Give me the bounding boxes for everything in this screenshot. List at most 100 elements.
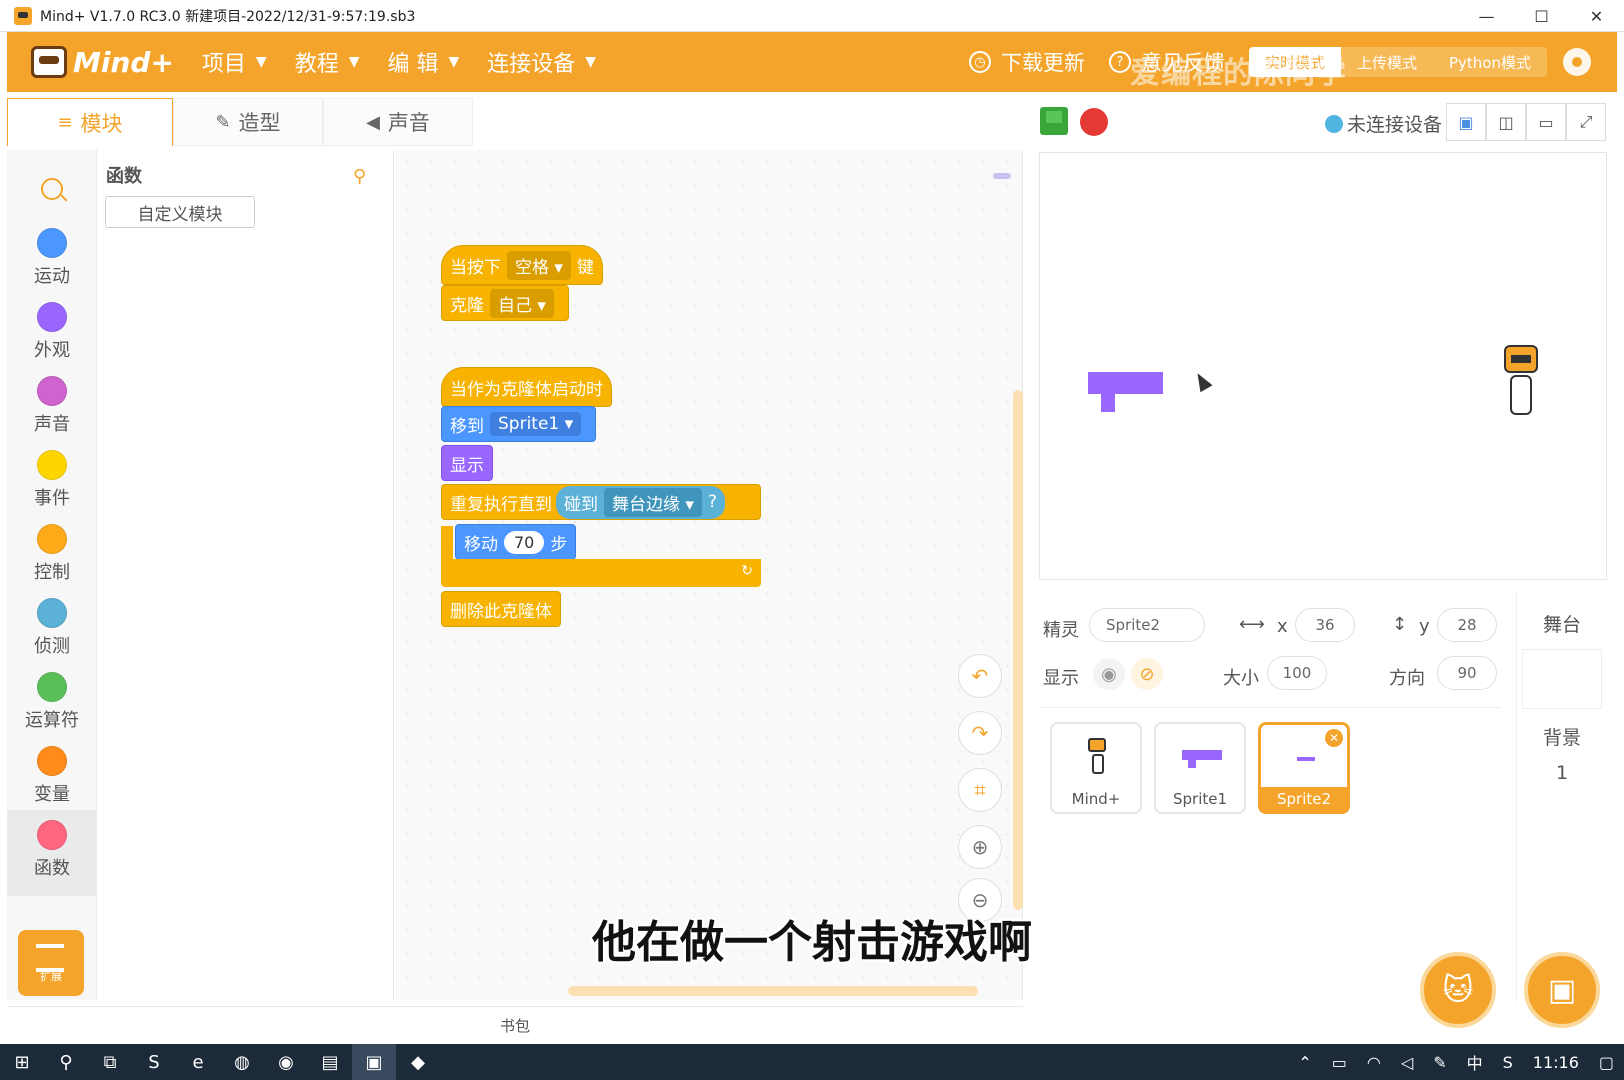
battery-icon[interactable]: ▭ — [1332, 1053, 1347, 1072]
direction-input[interactable]: 90 — [1437, 656, 1497, 690]
chrome-icon[interactable]: ◉ — [264, 1044, 308, 1080]
category-events[interactable]: 事件 — [7, 450, 97, 524]
close-button[interactable]: ✕ — [1569, 0, 1624, 32]
sprite1-thumbnail — [1156, 724, 1244, 782]
key-value: 空格 — [515, 257, 549, 278]
show-block[interactable]: 显示 — [441, 445, 493, 481]
sprite1-shape[interactable] — [1088, 372, 1163, 394]
file-explorer-icon[interactable]: ▤ — [308, 1044, 352, 1080]
tab-blocks[interactable]: ≡ 模块 — [7, 98, 173, 146]
app-drop-icon[interactable]: ◆ — [396, 1044, 440, 1080]
backpack-bar[interactable]: 书包 — [7, 1006, 1023, 1044]
clone-target-dropdown[interactable]: 自己 ▾ — [490, 288, 554, 318]
sprite-name-input[interactable]: Sprite2 — [1089, 608, 1205, 642]
clock[interactable]: 11:16 — [1533, 1053, 1579, 1072]
category-functions[interactable]: 函数 — [7, 810, 97, 896]
redo-icon[interactable]: ↷ — [958, 711, 1002, 755]
workspace-horizontal-scrollbar[interactable] — [568, 986, 978, 996]
when-start-as-clone-block[interactable]: 当作为克隆体启动时 — [441, 367, 612, 407]
stage-title: 舞台 — [1542, 614, 1581, 636]
pin-icon[interactable]: ⚲ — [353, 166, 366, 187]
chevron-down-icon: ▼ — [348, 54, 360, 70]
clone-block[interactable]: 克隆 自己 ▾ — [441, 285, 569, 321]
category-control[interactable]: 控制 — [7, 524, 97, 598]
fullscreen-icon[interactable]: ⤢ — [1566, 103, 1606, 141]
tab-costumes[interactable]: ✎ 造型 — [173, 98, 323, 146]
pen-icon[interactable]: ✎ — [1433, 1053, 1446, 1072]
direction-label: 方向 — [1389, 668, 1425, 689]
touching-condition-block[interactable]: 碰到 舞台边缘 ▾ ? — [556, 485, 725, 519]
layout-normal-stage-icon[interactable]: ◫ — [1486, 103, 1526, 141]
sprite-label: 精灵 — [1043, 620, 1079, 641]
eye-icon[interactable]: ◉ — [1093, 658, 1125, 690]
delete-clone-block[interactable]: 删除此克隆体 — [441, 591, 561, 627]
category-operators[interactable]: 运算符 — [7, 672, 97, 746]
zoom-in-icon[interactable]: ⊕ — [958, 825, 1002, 869]
extension-label: 扩展 — [40, 970, 62, 983]
category-sound[interactable]: 声音 — [7, 376, 97, 450]
stop-icon[interactable] — [1080, 108, 1108, 136]
cleanup-icon[interactable]: ⌗ — [958, 768, 1002, 812]
wechat-icon[interactable]: ◍ — [220, 1044, 264, 1080]
move-steps-block[interactable]: 移动 70 步 — [455, 524, 577, 560]
search-icon[interactable]: ⚲ — [44, 1044, 88, 1080]
custom-block-button[interactable]: 自定义模块 — [105, 196, 255, 228]
eye-hidden-icon[interactable]: ⊘ — [1131, 658, 1163, 690]
category-sensing[interactable]: 侦测 — [7, 598, 97, 672]
menu-project[interactable]: 项目 ▼ — [202, 46, 267, 78]
goto-target-dropdown[interactable]: Sprite1 ▾ — [490, 412, 582, 436]
size-input[interactable]: 100 — [1267, 656, 1327, 690]
maximize-button[interactable]: ☐ — [1514, 0, 1569, 32]
y-input[interactable]: 28 — [1437, 608, 1497, 642]
workspace-minimize-icon[interactable] — [993, 173, 1011, 179]
sprite-card-sprite1[interactable]: Sprite1 — [1154, 722, 1246, 814]
volume-icon[interactable]: ◁ — [1401, 1053, 1413, 1072]
mode-python[interactable]: Python模式 — [1433, 47, 1547, 77]
edge-icon[interactable]: e — [176, 1044, 220, 1080]
green-flag-icon[interactable] — [1040, 107, 1068, 135]
backdrop-label: 背景 — [1542, 727, 1581, 749]
category-looks[interactable]: 外观 — [7, 302, 97, 376]
control-dot-icon — [37, 524, 67, 554]
download-update-button[interactable]: ◷ 下载更新 — [968, 47, 1085, 77]
sprite-card-sprite2[interactable]: ✕ Sprite2 — [1258, 722, 1350, 814]
layout-small-stage-icon[interactable]: ▣ — [1446, 103, 1486, 141]
category-motion[interactable]: 运动 — [7, 228, 97, 302]
search-icon[interactable] — [41, 178, 63, 200]
key-dropdown[interactable]: 空格 ▾ — [507, 250, 571, 280]
workspace-vertical-scrollbar[interactable] — [1013, 390, 1023, 910]
undo-icon[interactable]: ↶ — [958, 654, 1002, 698]
minimize-button[interactable]: — — [1459, 0, 1514, 32]
windows-start-icon[interactable]: ⊞ — [0, 1044, 44, 1080]
sogou-icon[interactable]: S — [132, 1044, 176, 1080]
repeat-until-block[interactable]: 重复执行直到 碰到 舞台边缘 ▾ ? — [441, 484, 761, 520]
mindplus-taskbar-icon[interactable]: ▣ — [352, 1044, 396, 1080]
mindplus-robot-sprite[interactable] — [1500, 345, 1542, 423]
delete-sprite-icon[interactable]: ✕ — [1325, 729, 1343, 747]
settings-gear-icon[interactable] — [1563, 48, 1591, 76]
when-key-pressed-block[interactable]: 当按下 空格 ▾ 键 — [441, 245, 603, 285]
x-input[interactable]: 36 — [1295, 608, 1355, 642]
sogou-tray-icon[interactable]: S — [1503, 1053, 1513, 1072]
menu-edit[interactable]: 编 辑 ▼ — [388, 46, 460, 78]
ime-indicator[interactable]: 中 — [1467, 1050, 1483, 1074]
tab-sounds[interactable]: ◀ 声音 — [323, 98, 473, 146]
connection-status[interactable]: 未连接设备 — [1325, 110, 1442, 137]
menu-tutorial[interactable]: 教程 ▼ — [295, 46, 360, 78]
mode-upload[interactable]: 上传模式 — [1340, 47, 1433, 77]
block-text: 步 — [550, 534, 568, 555]
touching-target-dropdown[interactable]: 舞台边缘 ▾ — [604, 487, 702, 517]
menu-connect-device[interactable]: 连接设备 ▼ — [487, 46, 596, 78]
menu-edit-label: 编 辑 — [387, 52, 439, 77]
steps-input[interactable]: 70 — [504, 530, 545, 554]
goto-block[interactable]: 移到 Sprite1 ▾ — [441, 406, 597, 442]
tray-chevron-up-icon[interactable]: ⌃ — [1298, 1053, 1311, 1072]
layout-hide-stage-icon[interactable]: ▭ — [1526, 103, 1566, 141]
notification-icon[interactable]: ▢ — [1599, 1053, 1614, 1072]
robot-logo-icon — [31, 46, 67, 78]
wifi-icon[interactable]: ◠ — [1367, 1053, 1381, 1072]
sprite-card-mindplus[interactable]: Mind+ — [1050, 722, 1142, 814]
category-variables[interactable]: 变量 — [7, 746, 97, 820]
connection-label: 未连接设备 — [1347, 114, 1443, 136]
task-view-icon[interactable]: ⧉ — [88, 1044, 132, 1080]
